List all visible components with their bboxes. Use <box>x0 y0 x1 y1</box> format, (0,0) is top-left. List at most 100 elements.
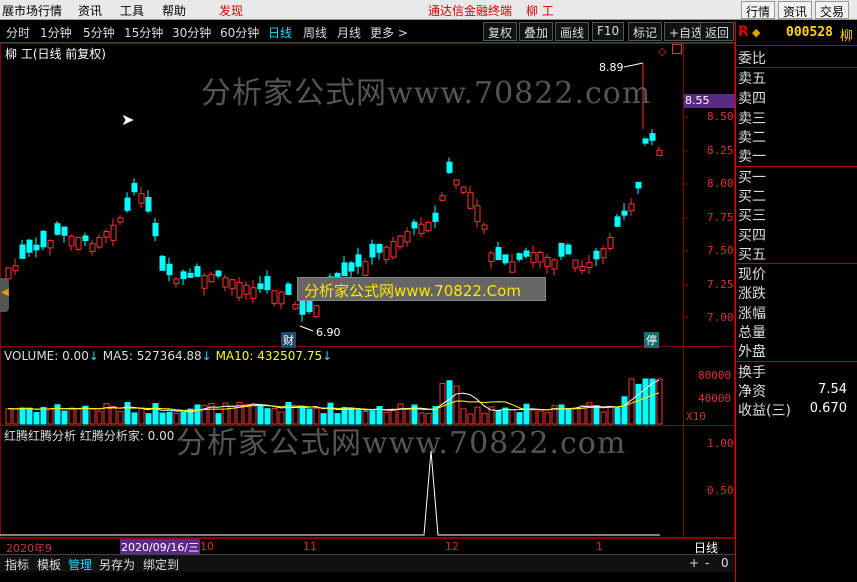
period-intraday[interactable]: 分时 <box>6 24 30 41</box>
period-15min[interactable]: 15分钟 <box>124 24 163 41</box>
time-axis: 2020年9 2020/09/16/三 10 11 12 1 日线 <box>0 538 735 555</box>
sell-level-2: 卖二 <box>738 130 766 146</box>
f10-button[interactable]: F10 <box>592 22 625 41</box>
volume-bar <box>138 407 145 425</box>
info-button[interactable]: 资讯 <box>778 1 813 19</box>
reset-zoom-button[interactable]: 0 <box>721 556 729 570</box>
volume-bar <box>131 412 138 425</box>
stat-eps-value: 0.670 <box>809 401 847 416</box>
candle-body <box>187 272 194 278</box>
back-button[interactable]: 返回 <box>700 22 735 41</box>
draw-line-button[interactable]: 画线 <box>555 22 590 41</box>
candle-body <box>145 197 152 212</box>
candle-body <box>96 237 103 248</box>
candle-body <box>516 253 523 260</box>
tab-manage[interactable]: 管理 <box>68 556 92 573</box>
volume-bar <box>40 406 47 425</box>
volume-bar <box>124 402 131 425</box>
quote-button[interactable]: 行情 <box>741 1 776 19</box>
candle-body <box>425 222 432 232</box>
period-1min[interactable]: 1分钟 <box>40 24 72 41</box>
maximize-icon[interactable] <box>672 44 682 54</box>
volume-bar <box>26 407 33 425</box>
candle-body <box>404 231 411 243</box>
volume-bar <box>110 405 117 425</box>
volume-bar <box>89 408 96 425</box>
buy-level-5: 买五 <box>738 247 766 263</box>
suspend-badge[interactable]: 停 <box>644 332 659 348</box>
buy-level-4: 买四 <box>738 228 766 244</box>
candle-body <box>124 197 131 211</box>
zoom-in-button[interactable]: + <box>689 556 699 570</box>
finance-badge[interactable]: 财 <box>281 332 296 348</box>
stat-price-label: 现价 <box>738 267 766 283</box>
period-monthly[interactable]: 月线 <box>337 24 361 41</box>
candle-body <box>201 274 208 289</box>
price-tick-label: 8.50 <box>707 110 734 123</box>
price-tick-label: 7.25 <box>707 278 734 291</box>
candle-body <box>215 270 222 277</box>
volume-bar <box>656 378 663 425</box>
low-arrow <box>299 325 314 332</box>
candle-body <box>474 205 481 223</box>
watermark: 分析家公式网www.70822.com <box>201 76 652 111</box>
tab-template[interactable]: 模板 <box>37 556 61 573</box>
candle-body <box>222 277 229 288</box>
menu-news[interactable]: 资讯 <box>78 2 102 19</box>
adjust-button[interactable]: 复权 <box>483 22 518 41</box>
settings-icon[interactable]: ◇ <box>658 45 666 58</box>
period-60min[interactable]: 60分钟 <box>220 24 259 41</box>
candle-body <box>110 224 117 241</box>
cursor-date: 2020/09/16/三 <box>120 539 201 555</box>
order-ratio-label: 委比 <box>738 51 766 67</box>
zoom-out-button[interactable]: - <box>705 556 709 570</box>
tab-bind-to[interactable]: 绑定到 <box>143 556 179 573</box>
overlay-button[interactable]: 叠加 <box>519 22 554 41</box>
period-more[interactable]: 更多 > <box>370 24 408 41</box>
chart-title: 柳 工(日线 前复权) <box>5 47 106 61</box>
menu-help[interactable]: 帮助 <box>162 2 186 19</box>
candle-body <box>313 305 320 318</box>
indicator-tick-label: 0.50 <box>707 484 734 497</box>
period-weekly[interactable]: 周线 <box>303 24 327 41</box>
candle-body <box>12 265 19 272</box>
period-toolbar: 分时 1分钟 5分钟 15分钟 30分钟 60分钟 日线 周线 月线 更多 > … <box>0 21 735 43</box>
candle-body <box>33 244 40 251</box>
menu-market[interactable]: 展市场行情 <box>2 2 62 19</box>
period-5min[interactable]: 5分钟 <box>83 24 115 41</box>
volume-bar <box>54 404 61 425</box>
period-30min[interactable]: 30分钟 <box>172 24 211 41</box>
volume-bar <box>117 410 124 425</box>
price-tick-label: 7.00 <box>707 311 734 324</box>
candle-body <box>166 263 173 276</box>
candle-body <box>579 265 586 272</box>
candle-body <box>460 186 467 193</box>
low-price-annotation: 6.90 <box>316 326 341 339</box>
tab-indicator[interactable]: 指标 <box>5 556 29 573</box>
expand-left-icon: ◀ <box>1 287 9 298</box>
candle-body <box>537 251 544 263</box>
menu-tools[interactable]: 工具 <box>120 2 144 19</box>
time-label: 10 <box>200 540 214 553</box>
price-tick-label: 8.00 <box>707 177 734 190</box>
candle-body <box>47 240 54 249</box>
candle-body <box>292 303 299 310</box>
stat-outer-label: 外盘 <box>738 344 766 360</box>
status-strip <box>0 572 857 582</box>
trade-button[interactable]: 交易 <box>815 1 850 19</box>
divider <box>736 45 857 46</box>
price-tick-label: 8.25 <box>707 144 734 157</box>
candle-body <box>5 267 12 280</box>
candle-body <box>208 273 215 283</box>
candle-body <box>432 212 439 222</box>
candle-body <box>656 149 663 156</box>
candle-body <box>159 255 166 271</box>
menu-discover[interactable]: 发现 <box>219 2 243 19</box>
candle-body <box>453 179 460 186</box>
candle-body <box>628 203 635 212</box>
tab-save-as[interactable]: 另存为 <box>99 556 135 573</box>
mark-button[interactable]: 标记 <box>628 22 663 41</box>
volume-bar <box>635 383 642 425</box>
period-daily[interactable]: 日线 <box>268 24 292 41</box>
candle-body <box>152 222 159 237</box>
